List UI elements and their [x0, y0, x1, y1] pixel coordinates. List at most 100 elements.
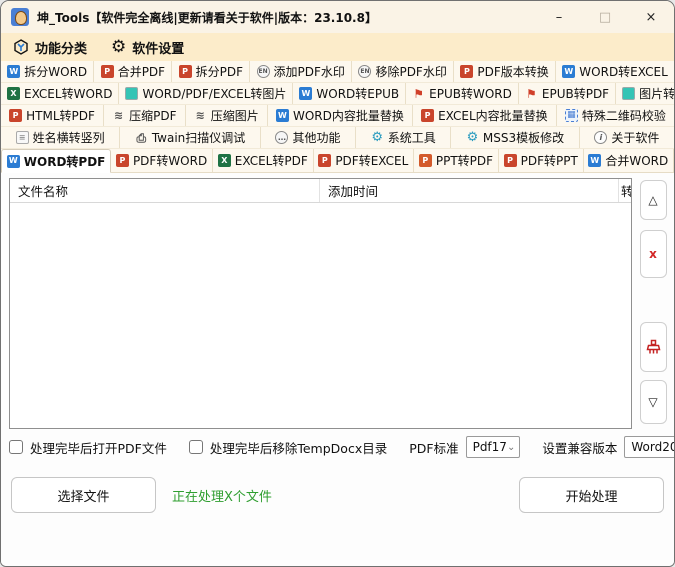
word-icon	[562, 65, 575, 78]
tab-label: 合并WORD	[605, 152, 668, 169]
tab-label: WORD转PDF	[24, 153, 106, 170]
move-down-button[interactable]: ▽	[640, 380, 667, 424]
toolbar-button[interactable]: WORD/PDF/EXCEL转图片	[119, 83, 293, 104]
menu-item-settings[interactable]: ⚙ 软件设置	[111, 38, 184, 57]
info-icon	[594, 131, 607, 144]
pdf-standard-label: PDF标准	[409, 438, 458, 457]
excel-icon	[218, 154, 231, 167]
tab-item[interactable]: EXCEL转PDF	[213, 149, 314, 172]
toolbar-row: 拆分WORD 合并PDF 拆分PDF添加PDF水印移除PDF水印PDF版本转换WOR…	[1, 61, 674, 83]
toolbar-button[interactable]: 移除PDF水印	[352, 61, 454, 82]
toolbar-button[interactable]: 合并PDF	[94, 61, 172, 82]
menu-item-label: 功能分类	[35, 38, 87, 57]
column-header-filename[interactable]: 文件名称	[10, 179, 320, 202]
pdf-standard-select[interactable]: Pdf17 ⌄	[466, 436, 521, 458]
chevron-down-icon: ⌄	[507, 442, 515, 453]
toolbar-button[interactable]: 添加PDF水印	[250, 61, 352, 82]
image-icon	[125, 87, 138, 100]
tab-label: PPT转PDF	[436, 152, 493, 169]
menu-item-label: 软件设置	[132, 38, 184, 57]
more-icon	[275, 131, 288, 144]
tab-label: PDF转WORD	[133, 152, 207, 169]
tab-item[interactable]: PPT转PDF	[414, 149, 499, 172]
start-processing-button[interactable]: 开始处理	[519, 477, 664, 513]
toolbar-button-label: EPUB转WORD	[429, 85, 512, 102]
watermark-icon	[257, 65, 270, 78]
tab-item[interactable]: PDF转PPT	[499, 149, 584, 172]
tab-label: EXCEL转PDF	[235, 152, 308, 169]
options-bar: 处理完毕后打开PDF文件 处理完毕后移除TempDocx目录 PDF标准 Pdf…	[1, 431, 674, 463]
pdf-icon	[101, 65, 114, 78]
file-table[interactable]: 文件名称 添加时间 转	[9, 178, 632, 429]
toolbar-button[interactable]: EPUB转PDF	[519, 83, 616, 104]
toolbar-button[interactable]: 图片转PDF	[616, 83, 675, 104]
toolbar-button[interactable]: 压缩图片	[186, 105, 268, 126]
toolbar-button[interactable]: EXCEL内容批量替换	[413, 105, 557, 126]
clear-list-button[interactable]	[640, 322, 667, 372]
remove-tempdocx-checkbox-label[interactable]: 处理完毕后移除TempDocx目录	[210, 438, 387, 457]
tab-item[interactable]: PDF转EXCEL	[314, 149, 415, 172]
tab-item[interactable]: 合并WORD	[584, 149, 674, 172]
window-controls: – □ ×	[536, 1, 674, 33]
delete-x-icon: x	[649, 247, 657, 261]
close-button[interactable]: ×	[628, 1, 674, 33]
gear-blue-icon	[371, 131, 384, 144]
epub-icon	[525, 87, 538, 100]
file-table-header: 文件名称 添加时间 转	[10, 179, 631, 203]
main-area: 文件名称 添加时间 转 △ x ▽	[1, 173, 674, 431]
minimize-button[interactable]: –	[536, 1, 582, 33]
menu-item-function-category[interactable]: 功能分类	[13, 38, 87, 57]
tab-item[interactable]: PDF转WORD	[111, 149, 213, 172]
open-pdf-checkbox-label[interactable]: 处理完毕后打开PDF文件	[30, 438, 167, 457]
toolbar-button-label: 拆分WORD	[24, 63, 87, 80]
pdf-icon	[318, 154, 331, 167]
toolbar-button[interactable]: 拆分WORD	[1, 61, 94, 82]
toolbar-button[interactable]: 姓名横转竖列	[1, 127, 120, 148]
select-files-button[interactable]: 选择文件	[11, 477, 156, 513]
move-up-button[interactable]: △	[640, 180, 667, 220]
toolbar-button[interactable]: EPUB转WORD	[406, 83, 519, 104]
remove-tempdocx-checkbox[interactable]	[189, 440, 203, 454]
toolbar-button[interactable]: 拆分PDF	[172, 61, 250, 82]
tab-label: PDF转PPT	[521, 152, 578, 169]
toolbar-button-label: 关于软件	[611, 129, 659, 146]
toolbar-button[interactable]: 关于软件	[580, 127, 674, 148]
toolbar-button[interactable]: 系统工具	[356, 127, 451, 148]
column-header-status[interactable]: 转	[619, 179, 631, 202]
hexagon-y-icon	[13, 39, 29, 55]
toolbar-button-label: Twain扫描仪调试	[152, 129, 245, 146]
maximize-button[interactable]: □	[582, 1, 628, 33]
pdf-icon	[460, 65, 473, 78]
open-pdf-checkbox[interactable]	[9, 440, 23, 454]
toolbar-button-label: EPUB转PDF	[542, 85, 609, 102]
toolbar-button[interactable]: 其他功能	[261, 127, 356, 148]
toolbar-button[interactable]: EXCEL转WORD	[1, 83, 119, 104]
excel-icon	[7, 87, 20, 100]
app-window: 坤_Tools【软件完全离线|更新请看关于软件|版本：23.10.8】 – □ …	[0, 0, 675, 567]
toolbar-button-label: MSS3模板修改	[483, 129, 564, 146]
toolbar-button[interactable]: WORD内容批量替换	[268, 105, 413, 126]
toolbar-button[interactable]: WORD转EPUB	[293, 83, 406, 104]
column-header-addtime[interactable]: 添加时间	[320, 179, 619, 202]
word-icon	[7, 155, 20, 168]
toolbar-button[interactable]: HTML转PDF	[1, 105, 104, 126]
toolbar-row: EXCEL转WORDWORD/PDF/EXCEL转图片WORD转EPUB EPUB…	[1, 83, 674, 105]
toolbar-button[interactable]: Twain扫描仪调试	[120, 127, 261, 148]
footer: 选择文件 正在处理X个文件 开始处理	[1, 463, 674, 566]
delete-button[interactable]: x	[640, 230, 667, 278]
toolbar-button[interactable]: WORD转EXCEL	[556, 61, 674, 82]
up-triangle-icon: △	[648, 193, 657, 207]
qr-icon	[565, 109, 578, 122]
compress-icon	[194, 109, 207, 122]
toolbar-button[interactable]: 特殊二维码校验	[557, 105, 674, 126]
pdf-icon	[9, 109, 22, 122]
toolbar-button-label: 系统工具	[388, 129, 436, 146]
compat-version-value: Word2010	[631, 440, 675, 454]
toolbar-button[interactable]: MSS3模板修改	[451, 127, 579, 148]
toolbar-button-label: 合并PDF	[118, 63, 165, 80]
toolbar-button[interactable]: 压缩PDF	[104, 105, 186, 126]
tab-active[interactable]: WORD转PDF	[1, 149, 111, 173]
file-table-body[interactable]	[10, 203, 631, 428]
compat-version-select[interactable]: Word2010 ⌄	[624, 436, 675, 458]
toolbar-button[interactable]: PDF版本转换	[454, 61, 556, 82]
